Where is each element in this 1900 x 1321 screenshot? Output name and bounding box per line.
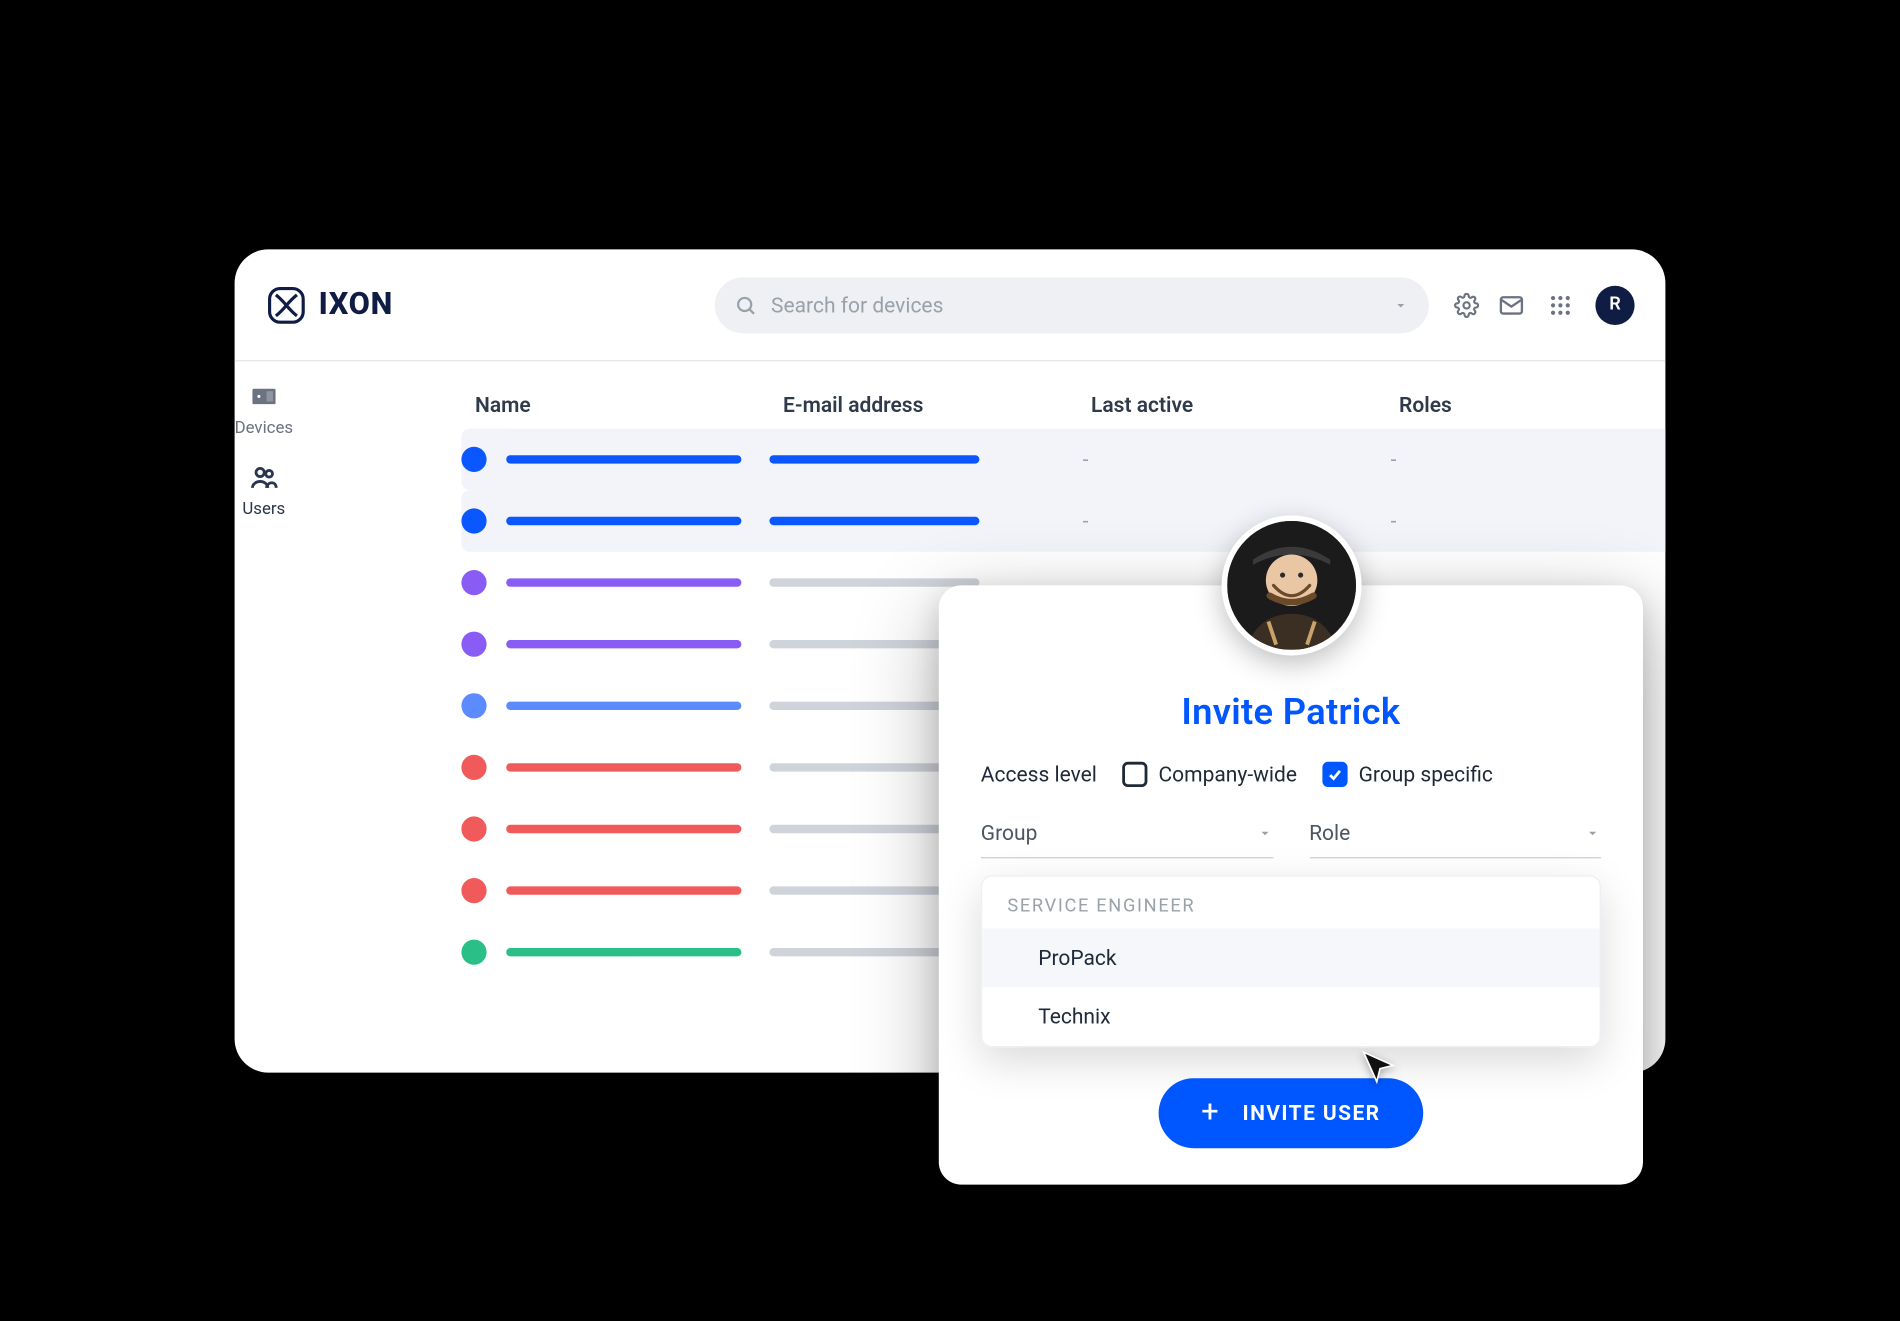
brand-logo: IXON — [265, 283, 393, 325]
email-placeholder — [769, 578, 979, 586]
cursor-pointer-icon — [1359, 1047, 1398, 1092]
devices-icon — [248, 381, 279, 412]
col-email: E-mail address — [783, 392, 1063, 417]
sidebar-item-label: Devices — [235, 417, 293, 437]
search-icon — [735, 293, 757, 315]
col-roles: Roles — [1399, 392, 1665, 417]
avatar-initial: R — [1609, 294, 1621, 315]
user-status-dot — [461, 508, 486, 533]
table-row[interactable]: -- — [461, 490, 1665, 552]
group-specific-label: Group specific — [1359, 761, 1493, 786]
name-placeholder — [506, 824, 741, 832]
search-bar[interactable] — [715, 276, 1429, 332]
company-wide-label: Company-wide — [1159, 761, 1297, 786]
roles-cell: - — [1385, 446, 1665, 471]
col-name: Name — [475, 392, 755, 417]
user-avatar-badge[interactable]: R — [1595, 285, 1634, 324]
caret-down-icon — [1256, 824, 1273, 841]
group-select[interactable]: Group — [981, 812, 1273, 858]
user-status-dot — [461, 446, 486, 471]
roles-cell: - — [1385, 508, 1665, 533]
name-placeholder — [506, 455, 741, 463]
name-placeholder — [506, 886, 741, 894]
user-status-dot — [461, 693, 486, 718]
sidebar-item-devices[interactable]: Devices — [235, 381, 293, 437]
mail-icon[interactable] — [1497, 290, 1525, 318]
user-status-dot — [461, 754, 486, 779]
checkbox-unchecked-icon — [1122, 761, 1147, 786]
invitee-avatar — [1221, 515, 1361, 655]
name-placeholder — [506, 763, 741, 771]
checkbox-checked-icon — [1322, 761, 1347, 786]
users-icon — [248, 462, 279, 493]
gear-icon[interactable] — [1454, 292, 1479, 317]
dropdown-option[interactable]: Technix — [982, 987, 1599, 1046]
user-status-dot — [461, 816, 486, 841]
modal-title: Invite Patrick — [981, 691, 1601, 733]
invite-button-label: INVITE USER — [1243, 1100, 1381, 1125]
sidebar-item-label: Users — [242, 498, 285, 518]
apps-grid-icon[interactable] — [1548, 292, 1573, 317]
search-input[interactable] — [771, 292, 1379, 317]
name-placeholder — [506, 701, 741, 709]
plus-icon: + — [1201, 1097, 1220, 1128]
access-level-label: Access level — [981, 761, 1097, 786]
group-dropdown: SERVICE ENGINEER ProPackTechnix — [981, 875, 1601, 1047]
brand-name: IXON — [319, 287, 393, 322]
col-last-active: Last active — [1091, 392, 1371, 417]
header: IXON — [235, 249, 1666, 361]
chevron-down-icon[interactable] — [1393, 296, 1410, 313]
user-status-dot — [461, 570, 486, 595]
name-placeholder — [506, 578, 741, 586]
email-placeholder — [769, 516, 979, 524]
name-placeholder — [506, 640, 741, 648]
group-specific-option[interactable]: Group specific — [1322, 761, 1493, 786]
dropdown-option[interactable]: ProPack — [982, 928, 1599, 987]
name-placeholder — [506, 516, 741, 524]
company-wide-option[interactable]: Company-wide — [1122, 761, 1297, 786]
dropdown-heading: SERVICE ENGINEER — [982, 876, 1599, 928]
group-select-label: Group — [981, 820, 1038, 845]
table-header: Name E-mail address Last active Roles — [293, 375, 1665, 428]
role-select[interactable]: Role — [1309, 812, 1601, 858]
sidebar-item-users[interactable]: Users — [242, 462, 285, 518]
user-status-dot — [461, 939, 486, 964]
ixon-logo-icon — [265, 283, 307, 325]
email-placeholder — [769, 455, 979, 463]
user-status-dot — [461, 631, 486, 656]
last-active-cell: - — [1077, 446, 1357, 471]
user-status-dot — [461, 878, 486, 903]
table-row[interactable]: -- — [461, 428, 1665, 490]
role-select-label: Role — [1309, 820, 1350, 845]
name-placeholder — [506, 948, 741, 956]
invite-user-modal: Invite Patrick Access level Company-wide… — [939, 585, 1643, 1184]
sidebar: Devices Users — [235, 361, 293, 1072]
caret-down-icon — [1584, 824, 1601, 841]
